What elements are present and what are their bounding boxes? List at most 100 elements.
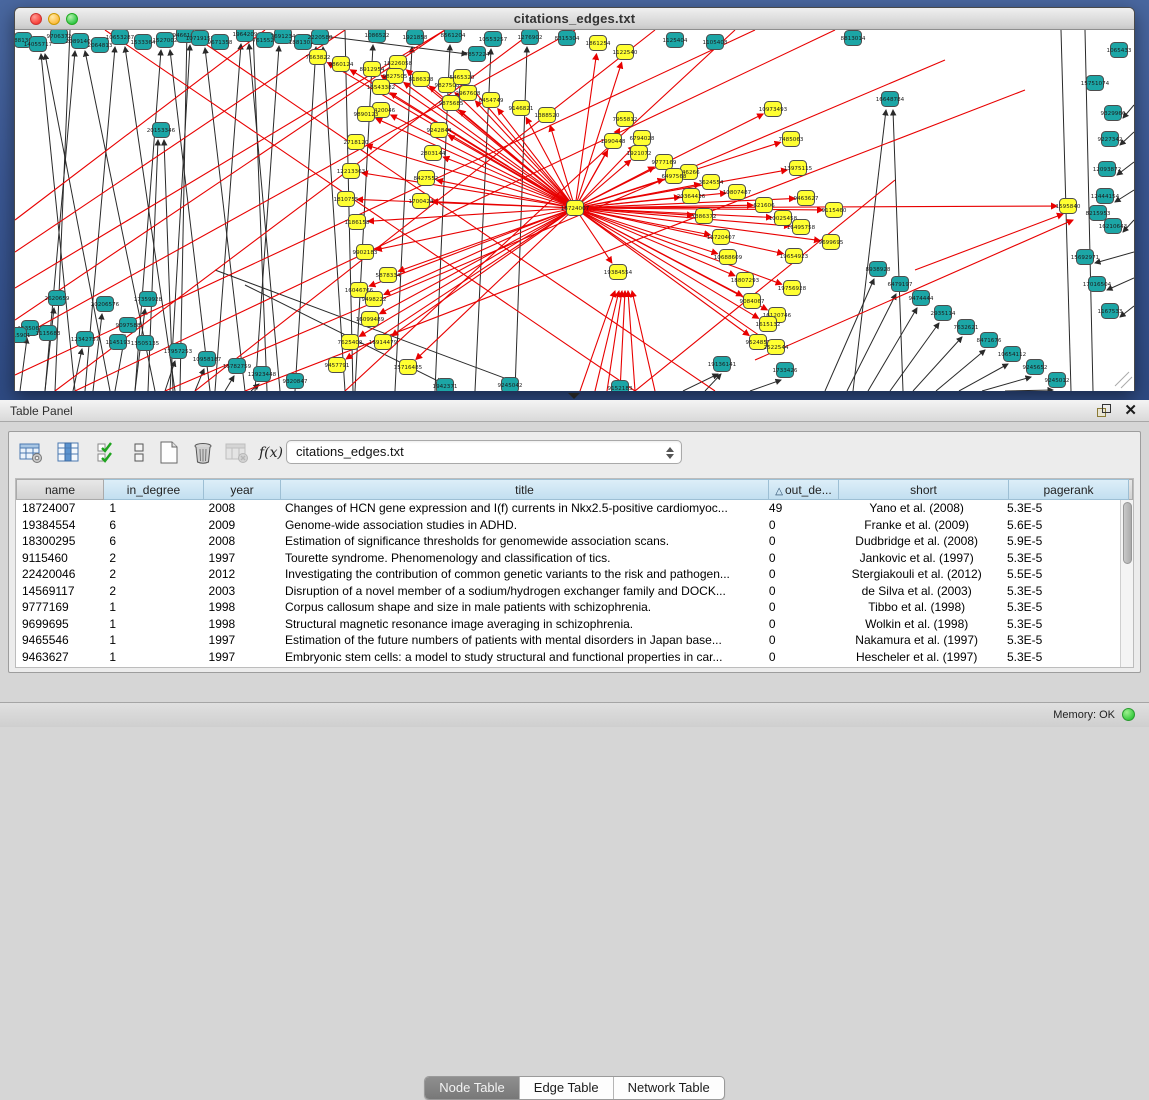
graph-edge[interactable] (868, 308, 917, 391)
graph-node[interactable]: 7632621 (954, 320, 979, 335)
table-mode-icon[interactable] (17, 440, 45, 466)
graph-edge[interactable] (367, 145, 575, 208)
show-column-icon[interactable] (55, 440, 83, 466)
column-header-short[interactable]: short (839, 479, 1009, 500)
graph-edge[interactable] (170, 50, 210, 391)
graph-edge[interactable] (384, 208, 575, 294)
column-header-out-de-[interactable]: △out_de... (769, 479, 839, 500)
graph-node[interactable]: 9329966 (1101, 106, 1126, 121)
graph-node[interactable]: 1125404 (663, 33, 688, 48)
graph-node[interactable]: 1086522 (365, 30, 390, 43)
table-row[interactable]: 946362711997Embryonic stem cells: a mode… (16, 649, 1120, 666)
graph-node[interactable]: 9245012 (1045, 373, 1070, 388)
graph-node[interactable]: 621606 (753, 198, 775, 213)
scrollbar-thumb[interactable] (1123, 502, 1132, 564)
graph-node[interactable]: 10688609 (714, 250, 743, 265)
table-row[interactable]: 946554611997Estimation of the future num… (16, 632, 1120, 649)
graph-edge[interactable] (915, 214, 1063, 270)
graph-edge[interactable] (20, 338, 27, 391)
graph-edge[interactable] (205, 48, 245, 391)
graph-node[interactable]: 1810755 (334, 192, 359, 207)
graph-node[interactable]: 1595840 (1056, 199, 1081, 214)
float-panel-icon[interactable] (1097, 404, 1111, 417)
graph-node[interactable]: 9245042 (498, 378, 523, 392)
graph-edge[interactable] (750, 380, 781, 391)
graph-node[interactable]: 6479197 (888, 277, 913, 292)
graph-node[interactable]: 17359928 (134, 292, 163, 307)
graph-node[interactable]: 5878334 (376, 268, 401, 283)
graph-node[interactable]: 10553257 (479, 32, 508, 47)
graph-node[interactable]: 12093872 (1093, 162, 1121, 177)
graph-edge[interactable] (982, 377, 1031, 391)
graph-edge[interactable] (459, 110, 575, 208)
row-height-icon[interactable] (125, 440, 153, 466)
memory-status-indicator[interactable] (1122, 708, 1135, 721)
window-titlebar[interactable]: citations_edges.txt (15, 8, 1134, 30)
vertical-scrollbar[interactable] (1120, 500, 1133, 667)
column-header-pagerank[interactable]: pagerank (1009, 479, 1129, 500)
graph-node[interactable]: 1105408 (703, 35, 728, 50)
graph-node[interactable]: 7663822 (306, 50, 331, 65)
graph-node[interactable]: 1186158 (345, 215, 370, 230)
tab-network-table[interactable]: Network Table (613, 1077, 724, 1099)
graph-node[interactable]: 12923448 (248, 367, 277, 382)
graph-node[interactable]: 8427552 (414, 171, 439, 186)
graph-edge[interactable] (890, 323, 939, 391)
trash-icon[interactable] (189, 440, 217, 466)
graph-node[interactable]: 15716485 (394, 360, 423, 375)
graph-node[interactable]: 15751074 (1081, 76, 1110, 91)
graph-node[interactable]: 1990448 (601, 134, 626, 149)
graph-edge[interactable] (628, 291, 635, 391)
graph-node[interactable]: 12342757 (71, 332, 100, 347)
graph-node[interactable]: 15692971 (1071, 250, 1100, 265)
graph-node[interactable]: 1733426 (773, 363, 798, 378)
graph-node[interactable]: 9152183 (608, 381, 633, 392)
graph-node[interactable]: 2522544 (764, 340, 789, 355)
column-header-title[interactable]: title (281, 479, 769, 500)
graph-node[interactable]: 9860124 (329, 57, 354, 72)
graph-node[interactable]: 3624554 (699, 175, 724, 190)
graph-node[interactable]: 8561204 (441, 30, 466, 43)
graph-edge[interactable] (180, 30, 187, 391)
column-header-name[interactable]: name (16, 479, 104, 500)
graph-node[interactable]: 9671358 (208, 35, 233, 50)
split-pane-handle[interactable] (568, 393, 580, 399)
graph-node[interactable]: 20153346 (147, 123, 176, 138)
graph-node[interactable]: 9457791 (325, 358, 350, 373)
graph-node[interactable]: 7485063 (779, 132, 804, 147)
table-row[interactable]: 1456911722003Disruption of a novel membe… (16, 583, 1120, 600)
column-header-year[interactable]: year (204, 479, 281, 500)
window-resize-grip[interactable] (1115, 372, 1132, 388)
close-panel-icon[interactable]: ✕ (1124, 401, 1137, 419)
graph-node[interactable]: 7857224 (465, 47, 490, 62)
network-table-selector[interactable]: citations_edges.txt (286, 440, 682, 464)
graph-node[interactable]: 6794028 (630, 131, 655, 146)
graph-node[interactable]: 10654112 (998, 347, 1026, 362)
graph-edge[interactable] (475, 101, 575, 208)
table-row[interactable]: 1872400712008Changes of HCN gene express… (16, 500, 1120, 517)
graph-node[interactable]: 19384554 (604, 265, 633, 280)
graph-node[interactable]: 1861254 (586, 36, 611, 51)
graph-node[interactable]: 17016504 (1083, 277, 1112, 292)
column-header-in-degree[interactable]: in_degree (104, 479, 204, 500)
function-builder-icon[interactable]: f(x) (257, 440, 285, 466)
table-row[interactable]: 2242004622012Investigating the contribut… (16, 566, 1120, 583)
graph-node[interactable]: 9777169 (652, 155, 677, 170)
graph-node[interactable]: 19654923 (780, 249, 809, 264)
graph-edge[interactable] (959, 364, 1008, 391)
graph-node[interactable]: 19136141 (708, 357, 737, 372)
network-canvas[interactable]: 1872400776638229860124891295418226058982… (15, 30, 1134, 391)
graph-node[interactable]: 9242844 (427, 123, 452, 138)
graph-node[interactable]: 1167533 (1098, 304, 1123, 319)
graph-node[interactable]: 1388520 (535, 108, 560, 123)
graph-node[interactable]: 9699695 (819, 235, 844, 250)
graph-node[interactable]: 1276902 (518, 30, 543, 45)
graph-edge[interactable] (595, 291, 619, 391)
graph-edge[interactable] (893, 110, 903, 391)
graph-node[interactable]: 1921072 (627, 146, 652, 161)
graph-node[interactable]: 9474444 (909, 291, 934, 306)
tab-edge-table[interactable]: Edge Table (519, 1077, 613, 1099)
graph-node[interactable]: 20206576 (91, 297, 120, 312)
graph-edge[interactable] (853, 110, 886, 391)
graph-edge[interactable] (1095, 252, 1134, 263)
